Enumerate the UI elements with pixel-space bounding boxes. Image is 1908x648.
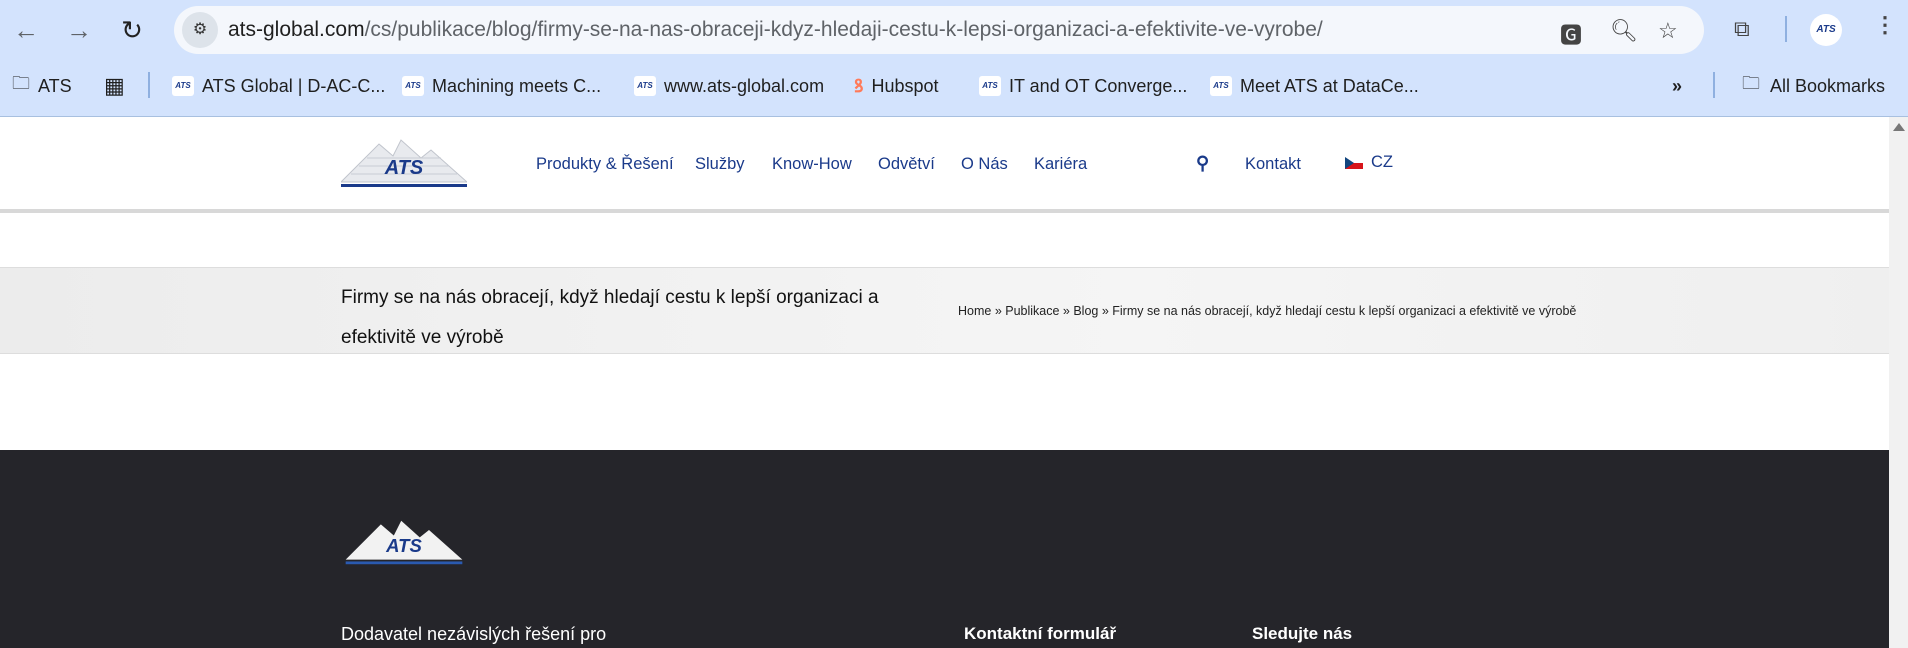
page-title-band: Firmy se na nás obracejí, když hledají c…: [0, 267, 1889, 354]
web-page: ATS Produkty & Řešení Služby Know-How Od…: [0, 117, 1889, 648]
nav-produkty[interactable]: Produkty & Řešení: [536, 155, 674, 174]
profile-avatar[interactable]: ATS: [1810, 14, 1842, 46]
browser-chrome: ← → ↻ ⚙ ats-global.com/cs/publikace/blog…: [0, 0, 1908, 117]
ats-favicon: ATS: [1210, 76, 1232, 96]
language-switcher[interactable]: CZ: [1345, 153, 1393, 172]
scroll-up-icon[interactable]: [1893, 123, 1905, 131]
ats-favicon: ATS: [402, 76, 424, 96]
menu-icon[interactable]: ⋮: [1874, 12, 1896, 38]
bookmark-star-icon[interactable]: ☆: [1658, 18, 1678, 44]
bookmark-item[interactable]: ATS Meet ATS at DataCe...: [1210, 72, 1419, 100]
more-bookmarks-icon[interactable]: »: [1672, 72, 1682, 100]
forward-icon[interactable]: →: [63, 14, 95, 46]
translate-icon[interactable]: 🅶: [1560, 18, 1582, 50]
bookmark-item[interactable]: ATS ATS Global | D-AC-C...: [172, 72, 385, 100]
apps-icon[interactable]: ▦: [104, 72, 125, 100]
footer-tagline: Dodavatel nezávislých řešení pro: [341, 624, 607, 644]
svg-text:ATS: ATS: [384, 157, 424, 179]
nav-kariera[interactable]: Kariéra: [1034, 155, 1087, 174]
divider: [1785, 16, 1787, 42]
footer: ATS Dodavatel nezávislých řešení pro Kon…: [0, 450, 1889, 648]
page-title: Firmy se na nás obracejí, když hledají c…: [341, 287, 879, 348]
bookmark-item[interactable]: ꝸ Hubspot: [854, 72, 939, 100]
footer-follow-heading: Sledujte nás: [1252, 624, 1353, 643]
language-label: CZ: [1371, 153, 1393, 171]
folder-gear-icon: 🗀: [12, 73, 30, 93]
bookmark-label: ATS: [38, 75, 72, 96]
all-bookmarks-label: All Bookmarks: [1770, 75, 1886, 96]
bookmark-label: Machining meets C...: [432, 75, 602, 96]
svg-text:ATS: ATS: [385, 535, 422, 556]
url-host: ats-global.com: [228, 18, 365, 41]
site-info-icon[interactable]: ⚙: [182, 12, 218, 48]
url-path: /cs/publikace/blog/firmy-se-na-nas-obrac…: [364, 18, 1323, 41]
czech-flag-icon: [1345, 156, 1363, 169]
ats-logo[interactable]: ATS: [341, 136, 467, 190]
nav-o-nas[interactable]: O Nás: [961, 155, 1008, 174]
divider: [148, 72, 150, 98]
breadcrumb[interactable]: Home » Publikace » Blog » Firmy se na ná…: [958, 304, 1576, 318]
bookmark-label: www.ats-global.com: [664, 75, 825, 96]
ats-favicon: ATS: [172, 76, 194, 96]
bookmark-item[interactable]: ATS Machining meets C...: [402, 72, 601, 100]
divider: [1713, 72, 1715, 98]
nav-know-how[interactable]: Know-How: [772, 155, 852, 174]
nav-kontakt[interactable]: Kontakt: [1245, 155, 1301, 174]
bookmark-label: Hubspot: [871, 75, 939, 96]
extensions-icon[interactable]: ⧉: [1734, 16, 1750, 42]
address-bar[interactable]: ⚙ ats-global.com/cs/publikace/blog/firmy…: [174, 6, 1704, 54]
folder-icon: 🗀: [1742, 73, 1760, 93]
bookmark-label: ATS Global | D-AC-C...: [202, 75, 386, 96]
bookmark-label: IT and OT Converge...: [1009, 75, 1188, 96]
search-icon[interactable]: ⚲: [1196, 153, 1209, 174]
bookmark-item[interactable]: ATS IT and OT Converge...: [979, 72, 1187, 100]
hubspot-icon: ꝸ: [854, 76, 864, 96]
all-bookmarks[interactable]: 🗀 All Bookmarks: [1742, 72, 1885, 100]
url-text[interactable]: ats-global.com/cs/publikace/blog/firmy-s…: [228, 18, 1323, 42]
ats-favicon: ATS: [634, 76, 656, 96]
bookmark-label: Meet ATS at DataCe...: [1240, 75, 1419, 96]
back-icon[interactable]: ←: [10, 14, 42, 46]
nav-odvetvi[interactable]: Odvětví: [878, 155, 935, 174]
ats-favicon: ATS: [979, 76, 1001, 96]
bookmark-item[interactable]: ATS www.ats-global.com: [634, 72, 824, 100]
footer-ats-logo[interactable]: ATS: [341, 517, 467, 567]
footer-contact-form-heading: Kontaktní formulář: [964, 624, 1117, 643]
reload-icon[interactable]: ↻: [116, 14, 148, 46]
bookmark-ats-folder[interactable]: 🗀 ATS: [12, 72, 72, 100]
scrollbar[interactable]: [1889, 117, 1908, 648]
header-divider: [0, 209, 1889, 213]
zoom-icon[interactable]: 🔍︎: [1610, 18, 1638, 44]
nav-sluzby[interactable]: Služby: [695, 155, 745, 174]
